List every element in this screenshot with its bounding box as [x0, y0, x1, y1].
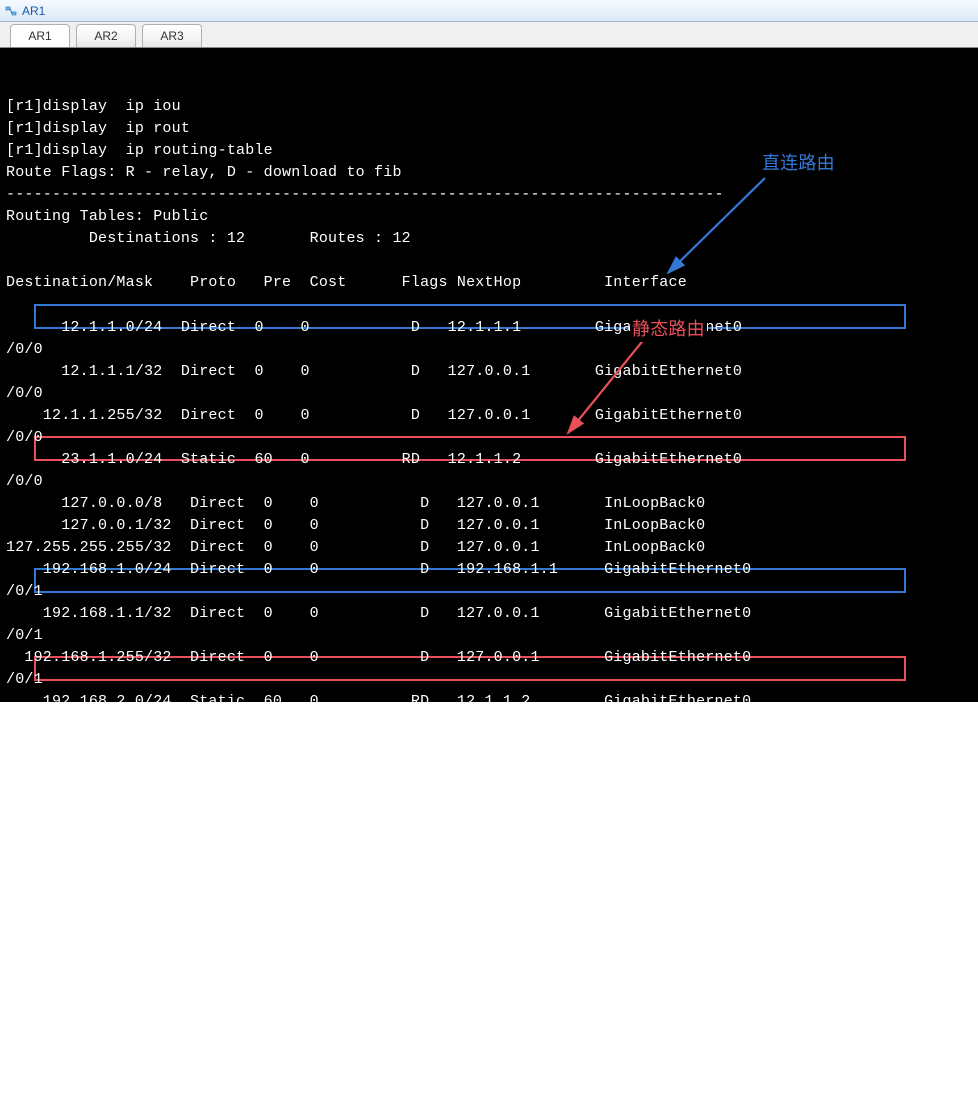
- annotation-direct-label: 直连路由: [760, 150, 837, 176]
- tab-bar: AR1 AR2 AR3: [0, 22, 978, 48]
- tab-label: AR3: [160, 29, 183, 43]
- tab-ar3[interactable]: AR3: [142, 24, 202, 47]
- window-title: AR1: [22, 4, 45, 18]
- title-bar: AR1: [0, 0, 978, 22]
- tab-ar1[interactable]: AR1: [10, 24, 70, 47]
- tab-ar2[interactable]: AR2: [76, 24, 136, 47]
- terminal[interactable]: [r1]display ip iou [r1]display ip rout […: [0, 48, 978, 702]
- terminal-output: [r1]display ip iou [r1]display ip rout […: [6, 96, 972, 757]
- tab-label: AR1: [28, 29, 51, 43]
- annotation-static-label: 静态路由: [630, 316, 707, 342]
- tab-label: AR2: [94, 29, 117, 43]
- app-icon: [4, 5, 18, 17]
